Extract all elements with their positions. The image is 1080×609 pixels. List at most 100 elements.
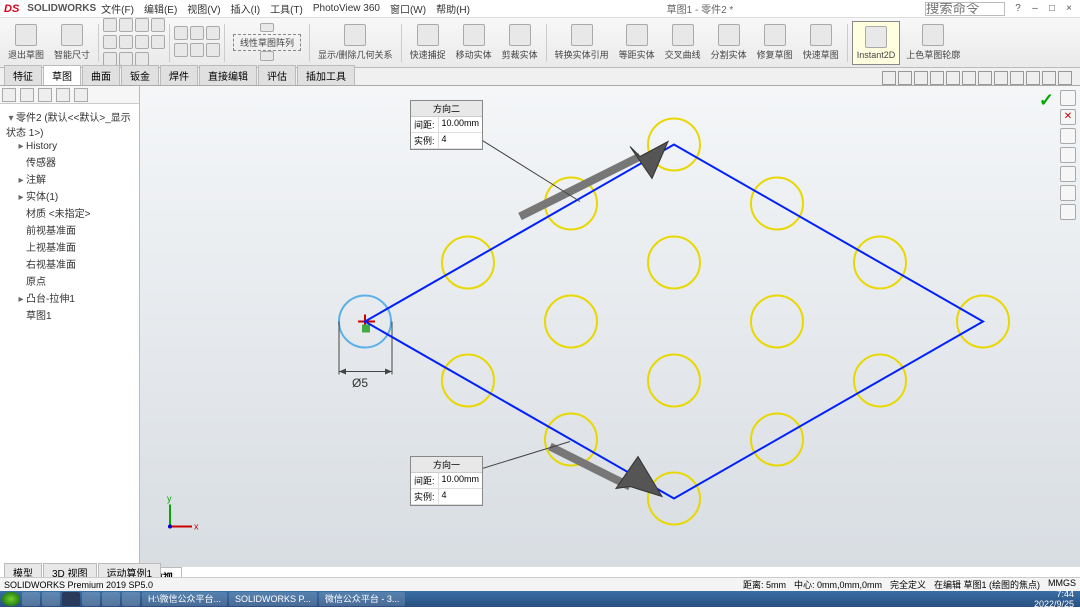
mirror-button[interactable]: 线性草图阵列 <box>229 21 305 65</box>
view-icon[interactable] <box>1042 71 1056 85</box>
fillet-icon[interactable] <box>135 52 149 66</box>
tree-material[interactable]: 材质 <未指定> <box>2 204 137 221</box>
rapid-button[interactable]: 快速草图 <box>799 21 843 65</box>
tree-tab-icon[interactable] <box>20 88 34 102</box>
split-button[interactable]: 分割实体 <box>707 21 751 65</box>
taskbar-icon[interactable] <box>22 592 40 606</box>
view-icon[interactable] <box>946 71 960 85</box>
point-icon[interactable] <box>103 52 117 66</box>
tree-right[interactable]: 右视基准面 <box>2 255 137 272</box>
spline-icon[interactable] <box>151 18 165 32</box>
quick-snap-button[interactable]: 快速捕捉 <box>406 21 450 65</box>
tree-annotations[interactable]: ▸注解 <box>2 170 137 187</box>
slot-icon[interactable] <box>119 35 133 49</box>
tab-sheetmetal[interactable]: 钣金 <box>121 65 159 85</box>
search-input[interactable] <box>925 2 1005 16</box>
intersect-button[interactable]: 交叉曲线 <box>661 21 705 65</box>
tab-sketch[interactable]: 草图 <box>43 65 81 85</box>
offset-button[interactable]: 等距实体 <box>615 21 659 65</box>
callout-dir2[interactable]: 方向二 间距:10.00mm 实例:4 <box>410 100 483 150</box>
geom-relations-button[interactable]: 显示/删除几何关系 <box>314 21 397 65</box>
taskpane-icon[interactable] <box>1060 90 1076 106</box>
tree-tab-icon[interactable] <box>56 88 70 102</box>
line-icon[interactable] <box>103 18 117 32</box>
tab-surface[interactable]: 曲面 <box>82 65 120 85</box>
exit-sketch-button[interactable]: 退出草图 <box>4 21 48 65</box>
circle-icon[interactable] <box>135 18 149 32</box>
help-icon[interactable]: ? <box>1011 2 1025 16</box>
view-icon[interactable] <box>978 71 992 85</box>
tree-history[interactable]: ▸History <box>2 140 137 153</box>
taskpane-icon[interactable] <box>1060 128 1076 144</box>
taskpane-icon[interactable] <box>1060 166 1076 182</box>
taskbar-icon[interactable] <box>122 592 140 606</box>
maximize-icon[interactable]: □ <box>1045 2 1059 16</box>
trim-button[interactable]: 剪裁实体 <box>498 21 542 65</box>
menu-edit[interactable]: 编辑(E) <box>139 1 182 16</box>
tab-direct[interactable]: 直接编辑 <box>199 65 257 85</box>
instant2d-button[interactable]: Instant2D <box>852 21 901 65</box>
tree-root[interactable]: ▾零件2 (默认<<默认>_显示状态 1>) <box>2 108 137 140</box>
view-icon[interactable] <box>962 71 976 85</box>
tree-front[interactable]: 前视基准面 <box>2 221 137 238</box>
tree-solidbodies[interactable]: ▸实体(1) <box>2 187 137 204</box>
taskbar-icon[interactable] <box>102 592 120 606</box>
tree-tab-icon[interactable] <box>38 88 52 102</box>
tree-tab-icon[interactable] <box>74 88 88 102</box>
menu-insert[interactable]: 插入(I) <box>226 1 265 16</box>
menu-help[interactable]: 帮助(H) <box>431 1 475 16</box>
close-icon[interactable]: × <box>1062 2 1076 16</box>
confirm-corner-ok[interactable]: ✓ <box>1039 90 1054 111</box>
text-icon[interactable] <box>119 52 133 66</box>
move-button[interactable]: 移动实体 <box>452 21 496 65</box>
tree-top[interactable]: 上视基准面 <box>2 238 137 255</box>
taskbar-icon[interactable] <box>62 592 80 606</box>
rect-icon[interactable] <box>103 35 117 49</box>
tab-weld[interactable]: 焊件 <box>160 65 198 85</box>
taskbar-icon[interactable] <box>42 592 60 606</box>
tree-origin[interactable]: 原点 <box>2 272 137 289</box>
taskbar-icon[interactable] <box>82 592 100 606</box>
tab-features[interactable]: 特征 <box>4 65 42 85</box>
callout-dir1[interactable]: 方向一 间距:10.00mm 实例:4 <box>410 456 483 506</box>
view-icon[interactable] <box>1010 71 1024 85</box>
tree-extrude[interactable]: ▸凸台-拉伸1 <box>2 289 137 306</box>
clock[interactable]: 7:442022/9/25 <box>1034 589 1078 609</box>
menu-window[interactable]: 窗口(W) <box>385 1 431 16</box>
taskpane-icon[interactable]: ✕ <box>1060 109 1076 125</box>
taskbar-app[interactable]: H:\微信公众平台... <box>142 592 227 606</box>
view-icon[interactable] <box>898 71 912 85</box>
tree-sketch[interactable]: 草图1 <box>2 306 137 323</box>
start-button[interactable] <box>2 592 20 606</box>
taskpane-icon[interactable] <box>1060 147 1076 163</box>
ellipse-icon[interactable] <box>135 35 149 49</box>
arc-icon[interactable] <box>119 18 133 32</box>
poly-icon[interactable] <box>151 35 165 49</box>
minimize-icon[interactable]: – <box>1028 2 1042 16</box>
taskbar-app[interactable]: 微信公众平台 - 3... <box>319 592 406 606</box>
repair-button[interactable]: 修复草图 <box>753 21 797 65</box>
view-icon[interactable] <box>1058 71 1072 85</box>
view-icon[interactable] <box>930 71 944 85</box>
menu-tools[interactable]: 工具(T) <box>265 1 308 16</box>
graphics-area[interactable]: x y Ø5 方向二 间距:10.00mm 实例:4 方向一 间距:10.00m… <box>140 86 1080 567</box>
tree-tab-icon[interactable] <box>2 88 16 102</box>
tree-sensors[interactable]: 传感器 <box>2 153 137 170</box>
view-icon[interactable] <box>914 71 928 85</box>
menu-file[interactable]: 文件(F) <box>96 1 139 16</box>
tab-addins[interactable]: 插加工具 <box>297 65 355 85</box>
view-icon[interactable] <box>994 71 1008 85</box>
view-icon[interactable] <box>882 71 896 85</box>
convert-button[interactable]: 转换实体引用 <box>551 21 613 65</box>
menu-photoview[interactable]: PhotoView 360 <box>308 3 385 14</box>
view-icon[interactable] <box>1026 71 1040 85</box>
dimension-label[interactable]: Ø5 <box>352 376 368 390</box>
linear-pattern-dropdown[interactable]: 线性草图阵列 <box>233 34 301 51</box>
menu-view[interactable]: 视图(V) <box>182 1 225 16</box>
taskpane-icon[interactable] <box>1060 204 1076 220</box>
shaded-contour-button[interactable]: 上色草图轮廓 <box>902 21 964 65</box>
taskbar-app[interactable]: SOLIDWORKS P... <box>229 592 317 606</box>
tab-evaluate[interactable]: 评估 <box>258 65 296 85</box>
smart-dim-button[interactable]: 智能尺寸 <box>50 21 94 65</box>
taskpane-icon[interactable] <box>1060 185 1076 201</box>
